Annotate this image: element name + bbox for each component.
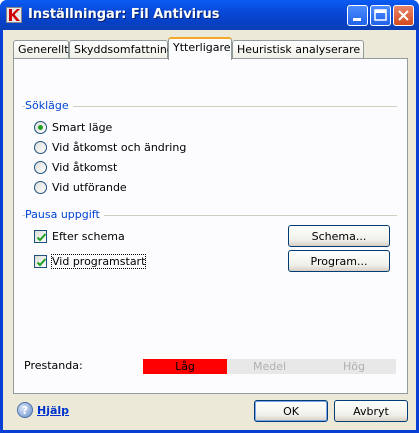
kaspersky-k-icon [6, 7, 22, 23]
radio-label: Smart läge [52, 121, 113, 134]
radio-smart-mode[interactable]: Smart läge [34, 121, 112, 134]
radio-button[interactable] [34, 121, 47, 134]
window-border-left [0, 30, 3, 433]
tab-generellt[interactable]: Generellt [13, 40, 69, 59]
radio-access[interactable]: Vid åtkomst [34, 161, 117, 174]
performance-level-high[interactable]: Hög [312, 359, 396, 374]
pause-task-group-label: Pausa uppgift [25, 208, 104, 221]
help-link[interactable]: ? Hjälp [17, 402, 69, 418]
tab-panel-ytterligare: Sökläge Smart läge Vid åtkomst och ändri… [13, 58, 408, 394]
radio-button[interactable] [34, 161, 47, 174]
close-button[interactable] [393, 5, 414, 26]
radio-label: Vid utförande [52, 181, 127, 194]
close-icon [398, 10, 409, 21]
checkbox-label: Efter schema [52, 230, 125, 243]
maximize-button[interactable] [370, 5, 391, 26]
tab-heuristisk-analyserare[interactable]: Heuristisk analyserare [232, 40, 364, 59]
performance-level-medium[interactable]: Medel [227, 359, 312, 374]
radio-execution[interactable]: Vid utförande [34, 181, 127, 194]
minimize-button[interactable] [347, 5, 368, 26]
radio-button[interactable] [34, 141, 47, 154]
ok-button[interactable]: OK [254, 400, 328, 422]
radio-access-and-change[interactable]: Vid åtkomst och ändring [34, 141, 186, 154]
scan-mode-divider [22, 106, 397, 107]
help-label[interactable]: Hjälp [37, 404, 69, 417]
checkbox-label: Vid programstart [50, 254, 147, 269]
performance-level-low[interactable]: Låg [143, 359, 227, 374]
dialog-client: Generellt Skyddsomfattning Ytterligare H… [3, 30, 416, 430]
title-bar[interactable]: Inställningar: Fil Antivirus [0, 0, 419, 30]
help-question-icon: ? [17, 402, 33, 418]
window-title: Inställningar: Fil Antivirus [28, 7, 220, 22]
scan-mode-group-label: Sökläge [25, 99, 73, 112]
settings-window: Inställningar: Fil Antivirus Generellt S… [0, 0, 419, 433]
performance-label: Prestanda: [24, 359, 83, 372]
checkbox[interactable] [34, 230, 47, 243]
checkmark-icon [36, 258, 47, 267]
radio-label: Vid åtkomst [52, 161, 118, 174]
radio-label: Vid åtkomst och ändring [52, 141, 187, 154]
program-button[interactable]: Program... [288, 250, 390, 272]
schedule-button[interactable]: Schema... [288, 225, 390, 247]
cancel-button[interactable]: Avbryt [334, 400, 408, 422]
minimize-icon [353, 18, 361, 21]
tab-skyddsomfattning[interactable]: Skyddsomfattning [69, 40, 174, 59]
checkbox-program-start[interactable]: Vid programstart [34, 254, 147, 269]
checkbox-after-schedule[interactable]: Efter schema [34, 230, 125, 243]
checkbox[interactable] [34, 255, 47, 268]
maximize-icon [374, 9, 387, 21]
checkmark-icon [36, 233, 47, 242]
tab-ytterligare[interactable]: Ytterligare [168, 37, 232, 60]
radio-button[interactable] [34, 181, 47, 194]
